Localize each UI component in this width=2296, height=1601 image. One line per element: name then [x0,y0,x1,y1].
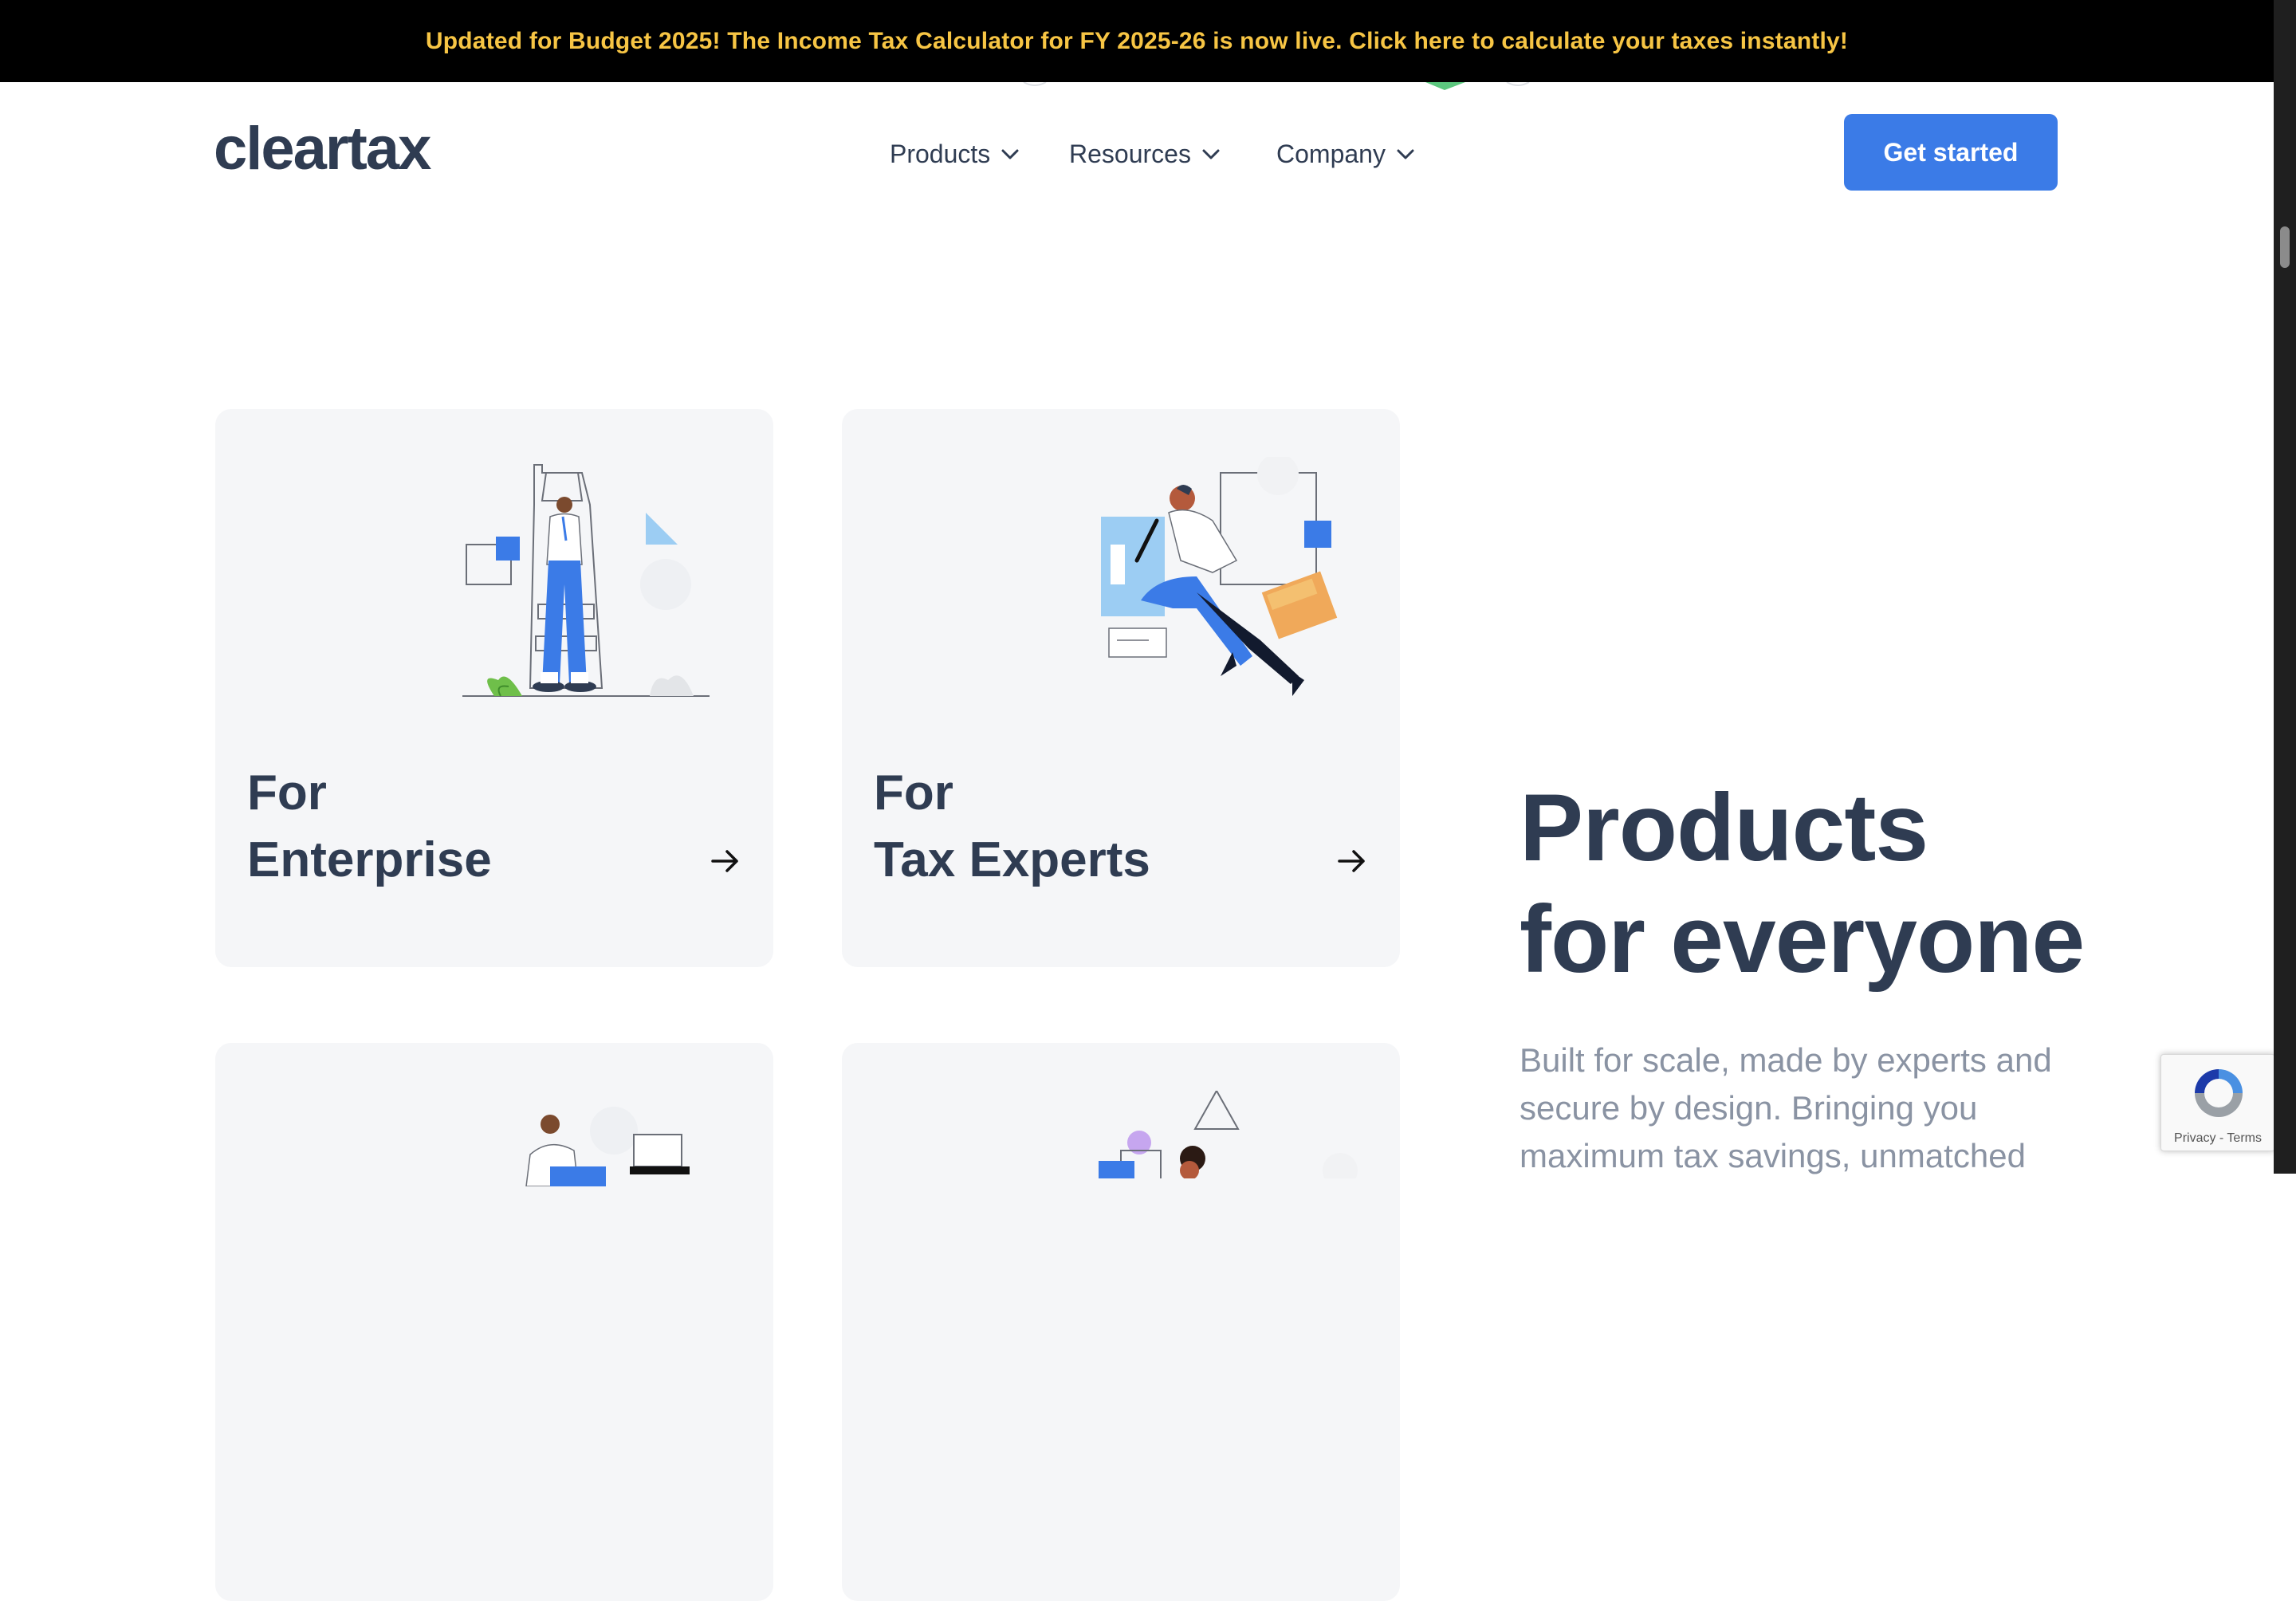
nav-resources-label: Resources [1069,140,1191,168]
hero-title-line2: for everyone [1520,886,2085,993]
enterprise-illustration [462,464,710,697]
recaptcha-badge[interactable]: Privacy - Terms [2160,1054,2275,1151]
nav-company[interactable]: Company [1276,140,1414,169]
nav-products-label: Products [890,140,991,168]
card-title: For Enterprise [247,760,492,894]
announcement-bar[interactable]: Updated for Budget 2025! The Income Tax … [0,0,2274,82]
recaptcha-links[interactable]: Privacy - Terms [2161,1131,2274,1146]
scrollbar-thumb[interactable] [2280,226,2290,268]
tax-experts-illustration [1101,457,1338,696]
nav-resources[interactable]: Resources [1069,140,1220,169]
chevron-down-icon [1397,149,1414,159]
card-product-3[interactable] [215,1043,773,1601]
card-title: For Tax Experts [874,760,1150,894]
site-header: cleartax Products Resources Company Get … [0,82,2274,226]
card-title-line2: Enterprise [247,832,492,887]
card-title-line1: For [874,765,953,820]
hero-title-line1: Products [1520,774,1928,881]
cleartax-logo[interactable]: cleartax [214,119,431,179]
card-title-line1: For [247,765,327,820]
product-illustration [525,1107,690,1186]
arrow-right-icon[interactable] [711,849,740,873]
decorative-shapes [1023,82,1530,90]
hero-title: Products for everyone [1520,772,2085,995]
arrow-right-icon[interactable] [1338,849,1366,873]
hero-description: Built for scale, made by experts and sec… [1520,1041,2052,1174]
product-illustration [1099,1091,1358,1178]
card-title-line2: Tax Experts [874,832,1150,887]
announcement-text[interactable]: Updated for Budget 2025! The Income Tax … [426,28,1848,55]
recaptcha-icon [2195,1069,2243,1117]
get-started-button[interactable]: Get started [1844,114,2058,191]
nav-products[interactable]: Products [890,140,1019,169]
card-for-enterprise[interactable]: For Enterprise [215,409,773,967]
chevron-down-icon [1202,149,1220,159]
nav-company-label: Company [1276,140,1386,168]
card-for-tax-experts[interactable]: For Tax Experts [842,409,1400,967]
scrollbar[interactable] [2274,0,2296,1174]
chevron-down-icon [1001,149,1019,159]
card-product-4[interactable] [842,1043,1400,1601]
